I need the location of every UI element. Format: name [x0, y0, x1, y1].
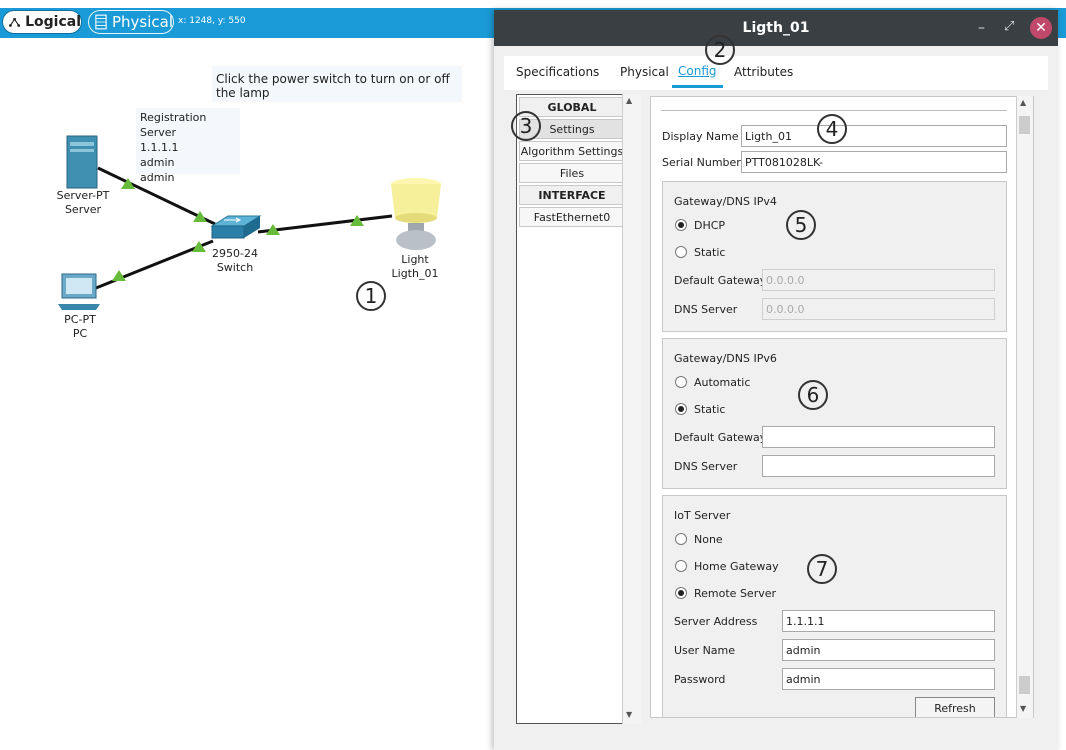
callout-marker: 3 — [511, 111, 541, 141]
iot-none-radio[interactable] — [675, 533, 687, 545]
ipv6-dns-field[interactable] — [762, 455, 995, 477]
ipv6-automatic-radio[interactable] — [675, 376, 687, 388]
switch-name: Switch — [216, 261, 254, 274]
switch-label: 2950-24 Switch — [200, 247, 270, 275]
server-device-icon — [66, 135, 98, 189]
link-status-up-icon — [193, 211, 207, 222]
refresh-button[interactable]: Refresh — [915, 697, 995, 717]
ipv4-group-title: Gateway/DNS IPv4 — [674, 195, 777, 208]
dialog-tab-bar: Specifications Physical Config Attribute… — [504, 56, 1048, 90]
pc-label: PC-PT PC — [45, 313, 115, 341]
light-label: Light Ligth_01 — [380, 253, 450, 281]
server-type: Server-PT — [56, 189, 110, 202]
device-config-dialog: Ligth_01 – ⤢ ✕ Specifications Physical C… — [494, 10, 1058, 750]
lamp-device-icon — [391, 178, 441, 250]
ipv4-dhcp-radio[interactable] — [675, 219, 687, 231]
ipv4-dhcp-label: DHCP — [694, 219, 726, 232]
ipv6-group-title: Gateway/DNS IPv6 — [674, 352, 777, 365]
physical-rack-icon — [95, 14, 107, 30]
panel-divider — [661, 110, 1007, 111]
scrollbar-thumb[interactable] — [1019, 116, 1030, 134]
pc-name: PC — [72, 327, 88, 340]
user-name-field[interactable]: admin — [782, 639, 995, 661]
ipv6-dns-label: DNS Server — [674, 460, 738, 473]
settings-panel: Display Name Ligth_01 Serial Number PTT0… — [650, 96, 1034, 718]
ipv4-dns-label: DNS Server — [674, 303, 738, 316]
iot-remote-server-label: Remote Server — [694, 587, 777, 600]
callout-marker: 4 — [817, 114, 847, 144]
ipv4-static-radio[interactable] — [675, 246, 687, 258]
sidebar-item-fastethernet0[interactable]: FastEthernet0 — [519, 207, 625, 227]
password-label: Password — [674, 673, 726, 686]
maximize-icon[interactable]: ⤢ — [1004, 19, 1014, 34]
ipv6-group: Gateway/DNS IPv6 Automatic Static Defaul… — [662, 338, 1007, 489]
physical-view-label: Physical — [111, 13, 173, 31]
minimize-icon[interactable]: – — [978, 20, 985, 36]
link-switch-light — [257, 214, 393, 234]
scroll-down-icon[interactable]: ▼ — [1020, 704, 1026, 713]
sidebar-header-interface: INTERFACE — [519, 185, 625, 205]
physical-view-tab[interactable]: Physical — [88, 10, 174, 34]
settings-scrollbar[interactable]: ▲ ▼ — [1016, 96, 1033, 718]
server-address-label: Server Address — [674, 615, 758, 628]
display-name-field[interactable]: Ligth_01 — [741, 125, 1007, 147]
ipv4-group: Gateway/DNS IPv4 DHCP Static Default Gat… — [662, 181, 1007, 332]
ipv6-automatic-label: Automatic — [694, 376, 751, 389]
callout-marker: 2 — [705, 35, 735, 65]
ipv4-dns-field[interactable]: 0.0.0.0 — [762, 298, 995, 320]
ipv6-gateway-label: Default Gateway — [674, 431, 767, 444]
serial-number-label: Serial Number — [662, 156, 741, 169]
switch-device-icon — [210, 215, 262, 239]
iot-none-label: None — [694, 533, 723, 546]
ipv6-static-radio[interactable] — [675, 403, 687, 415]
scrollbar-thumb-bottom[interactable] — [1019, 676, 1030, 694]
scroll-down-icon[interactable]: ▼ — [626, 710, 632, 719]
switch-type: 2950-24 — [212, 247, 258, 260]
iot-server-group: IoT Server None Home Gateway Remote Serv… — [662, 495, 1007, 717]
sidebar-item-files[interactable]: Files — [519, 163, 625, 183]
iot-home-gateway-label: Home Gateway — [694, 560, 779, 573]
display-name-label: Display Name — [662, 130, 739, 143]
callout-marker: 6 — [798, 380, 828, 410]
tab-physical[interactable]: Physical — [614, 56, 675, 88]
sidebar-item-algorithm-settings[interactable]: Algorithm Settings — [519, 141, 625, 161]
sidebar-scrollbar[interactable]: ▲ ▼ — [622, 94, 641, 724]
ipv4-static-label: Static — [694, 246, 726, 259]
user-name-label: User Name — [674, 644, 736, 657]
logical-topology-icon — [9, 17, 21, 27]
tab-specifications[interactable]: Specifications — [510, 56, 605, 88]
ipv4-gateway-label: Default Gateway — [674, 274, 767, 287]
dialog-titlebar: Ligth_01 — [494, 10, 1058, 46]
scroll-up-icon[interactable]: ▲ — [1020, 98, 1026, 107]
ipv6-static-label: Static — [694, 403, 726, 416]
iot-remote-server-radio[interactable] — [675, 587, 687, 599]
cursor-coordinates: x: 1248, y: 550 — [178, 16, 246, 26]
close-icon[interactable]: ✕ — [1030, 17, 1052, 39]
scroll-up-icon[interactable]: ▲ — [626, 96, 632, 105]
pc-type: PC-PT — [64, 313, 96, 326]
server-address-field[interactable]: 1.1.1.1 — [782, 610, 995, 632]
password-field[interactable]: admin — [782, 668, 995, 690]
tab-attributes[interactable]: Attributes — [728, 56, 799, 88]
callout-marker: 7 — [807, 554, 837, 584]
ipv6-gateway-field[interactable] — [762, 426, 995, 448]
dialog-title: Ligth_01 — [742, 20, 810, 36]
server-name: Server — [64, 203, 102, 216]
ipv4-gateway-field[interactable]: 0.0.0.0 — [762, 269, 995, 291]
callout-marker: 5 — [786, 210, 816, 240]
iot-home-gateway-radio[interactable] — [675, 560, 687, 572]
iot-group-title: IoT Server — [674, 509, 731, 522]
logical-view-tab[interactable]: Logical — [2, 10, 82, 34]
light-type: Light — [401, 253, 429, 266]
topology-canvas — [58, 135, 441, 310]
logical-view-label: Logical — [25, 14, 81, 30]
pc-device-icon — [58, 273, 100, 310]
callout-marker: 1 — [356, 281, 386, 311]
server-label: Server-PT Server — [48, 189, 118, 217]
serial-number-field[interactable]: PTT081028LK- — [741, 151, 1007, 173]
light-name: Ligth_01 — [391, 267, 439, 280]
